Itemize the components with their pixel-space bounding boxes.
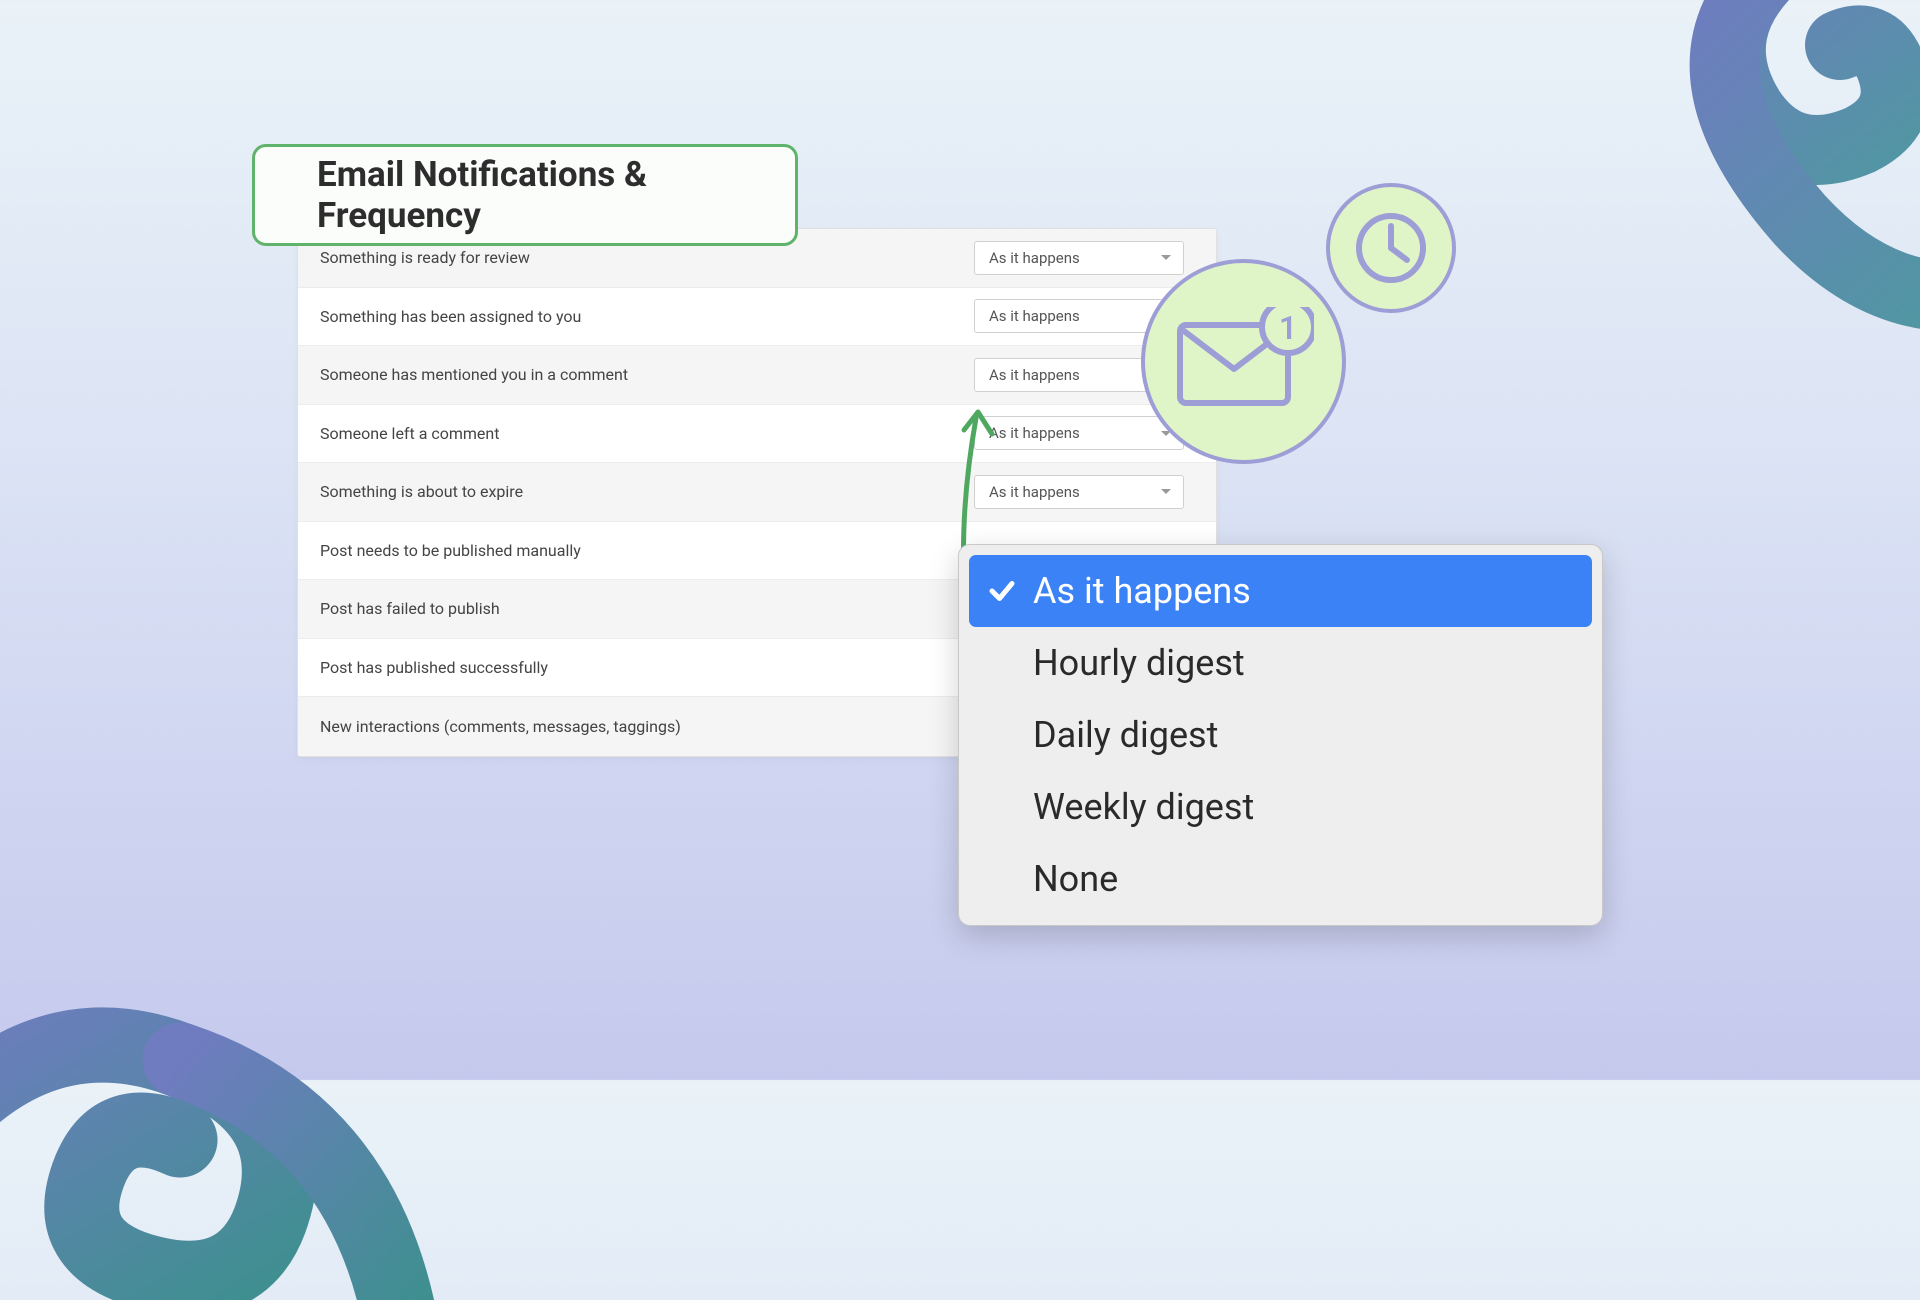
setting-row: Someone has mentioned you in a comment As… bbox=[298, 346, 1216, 405]
page-title-card: Email Notifications & Frequency bbox=[252, 144, 798, 246]
setting-label: Post has failed to publish bbox=[320, 599, 500, 618]
setting-row: Something has been assigned to you As it … bbox=[298, 288, 1216, 347]
setting-label: Someone left a comment bbox=[320, 424, 499, 443]
setting-label: Something has been assigned to you bbox=[320, 307, 581, 326]
frequency-select-value: As it happens bbox=[989, 366, 1080, 384]
dropdown-option-label: Daily digest bbox=[1033, 714, 1218, 756]
frequency-select-value: As it happens bbox=[989, 249, 1080, 267]
page-title: Email Notifications & Frequency bbox=[317, 154, 795, 236]
dropdown-option-label: Hourly digest bbox=[1033, 642, 1245, 684]
frequency-select-value: As it happens bbox=[989, 307, 1080, 325]
frequency-select[interactable]: As it happens bbox=[974, 416, 1184, 450]
decorative-swirl-top-right bbox=[1360, 0, 1920, 580]
setting-label: Someone has mentioned you in a comment bbox=[320, 365, 628, 384]
setting-label: Something is about to expire bbox=[320, 482, 523, 501]
dropdown-option[interactable]: As it happens bbox=[969, 555, 1592, 627]
mail-badge-count: 1 bbox=[1278, 309, 1296, 347]
check-icon bbox=[987, 576, 1017, 606]
frequency-select[interactable]: As it happens bbox=[974, 475, 1184, 509]
frequency-select[interactable]: As it happens bbox=[974, 241, 1184, 275]
setting-label: Post has published successfully bbox=[320, 658, 548, 677]
dropdown-option-label: Weekly digest bbox=[1033, 786, 1254, 828]
dropdown-option-label: As it happens bbox=[1033, 570, 1251, 612]
dropdown-option[interactable]: Hourly digest bbox=[969, 627, 1592, 699]
dropdown-option[interactable]: None bbox=[969, 843, 1592, 915]
mail-notification-icon: 1 bbox=[1141, 259, 1346, 464]
dropdown-option-label: None bbox=[1033, 858, 1118, 900]
chevron-down-icon bbox=[1161, 489, 1171, 494]
frequency-select-value: As it happens bbox=[989, 483, 1080, 501]
setting-label: Post needs to be published manually bbox=[320, 541, 581, 560]
setting-label: Something is ready for review bbox=[320, 248, 530, 267]
dropdown-option[interactable]: Daily digest bbox=[969, 699, 1592, 771]
setting-row: Something is about to expire As it happen… bbox=[298, 463, 1216, 522]
clock-icon bbox=[1326, 183, 1456, 313]
setting-row: Someone left a comment As it happens bbox=[298, 405, 1216, 464]
frequency-dropdown-menu[interactable]: As it happens Hourly digest Daily digest We… bbox=[958, 544, 1603, 926]
dropdown-option[interactable]: Weekly digest bbox=[969, 771, 1592, 843]
frequency-select-value: As it happens bbox=[989, 424, 1080, 442]
chevron-down-icon bbox=[1161, 255, 1171, 260]
setting-label: New interactions (comments, messages, ta… bbox=[320, 717, 681, 736]
